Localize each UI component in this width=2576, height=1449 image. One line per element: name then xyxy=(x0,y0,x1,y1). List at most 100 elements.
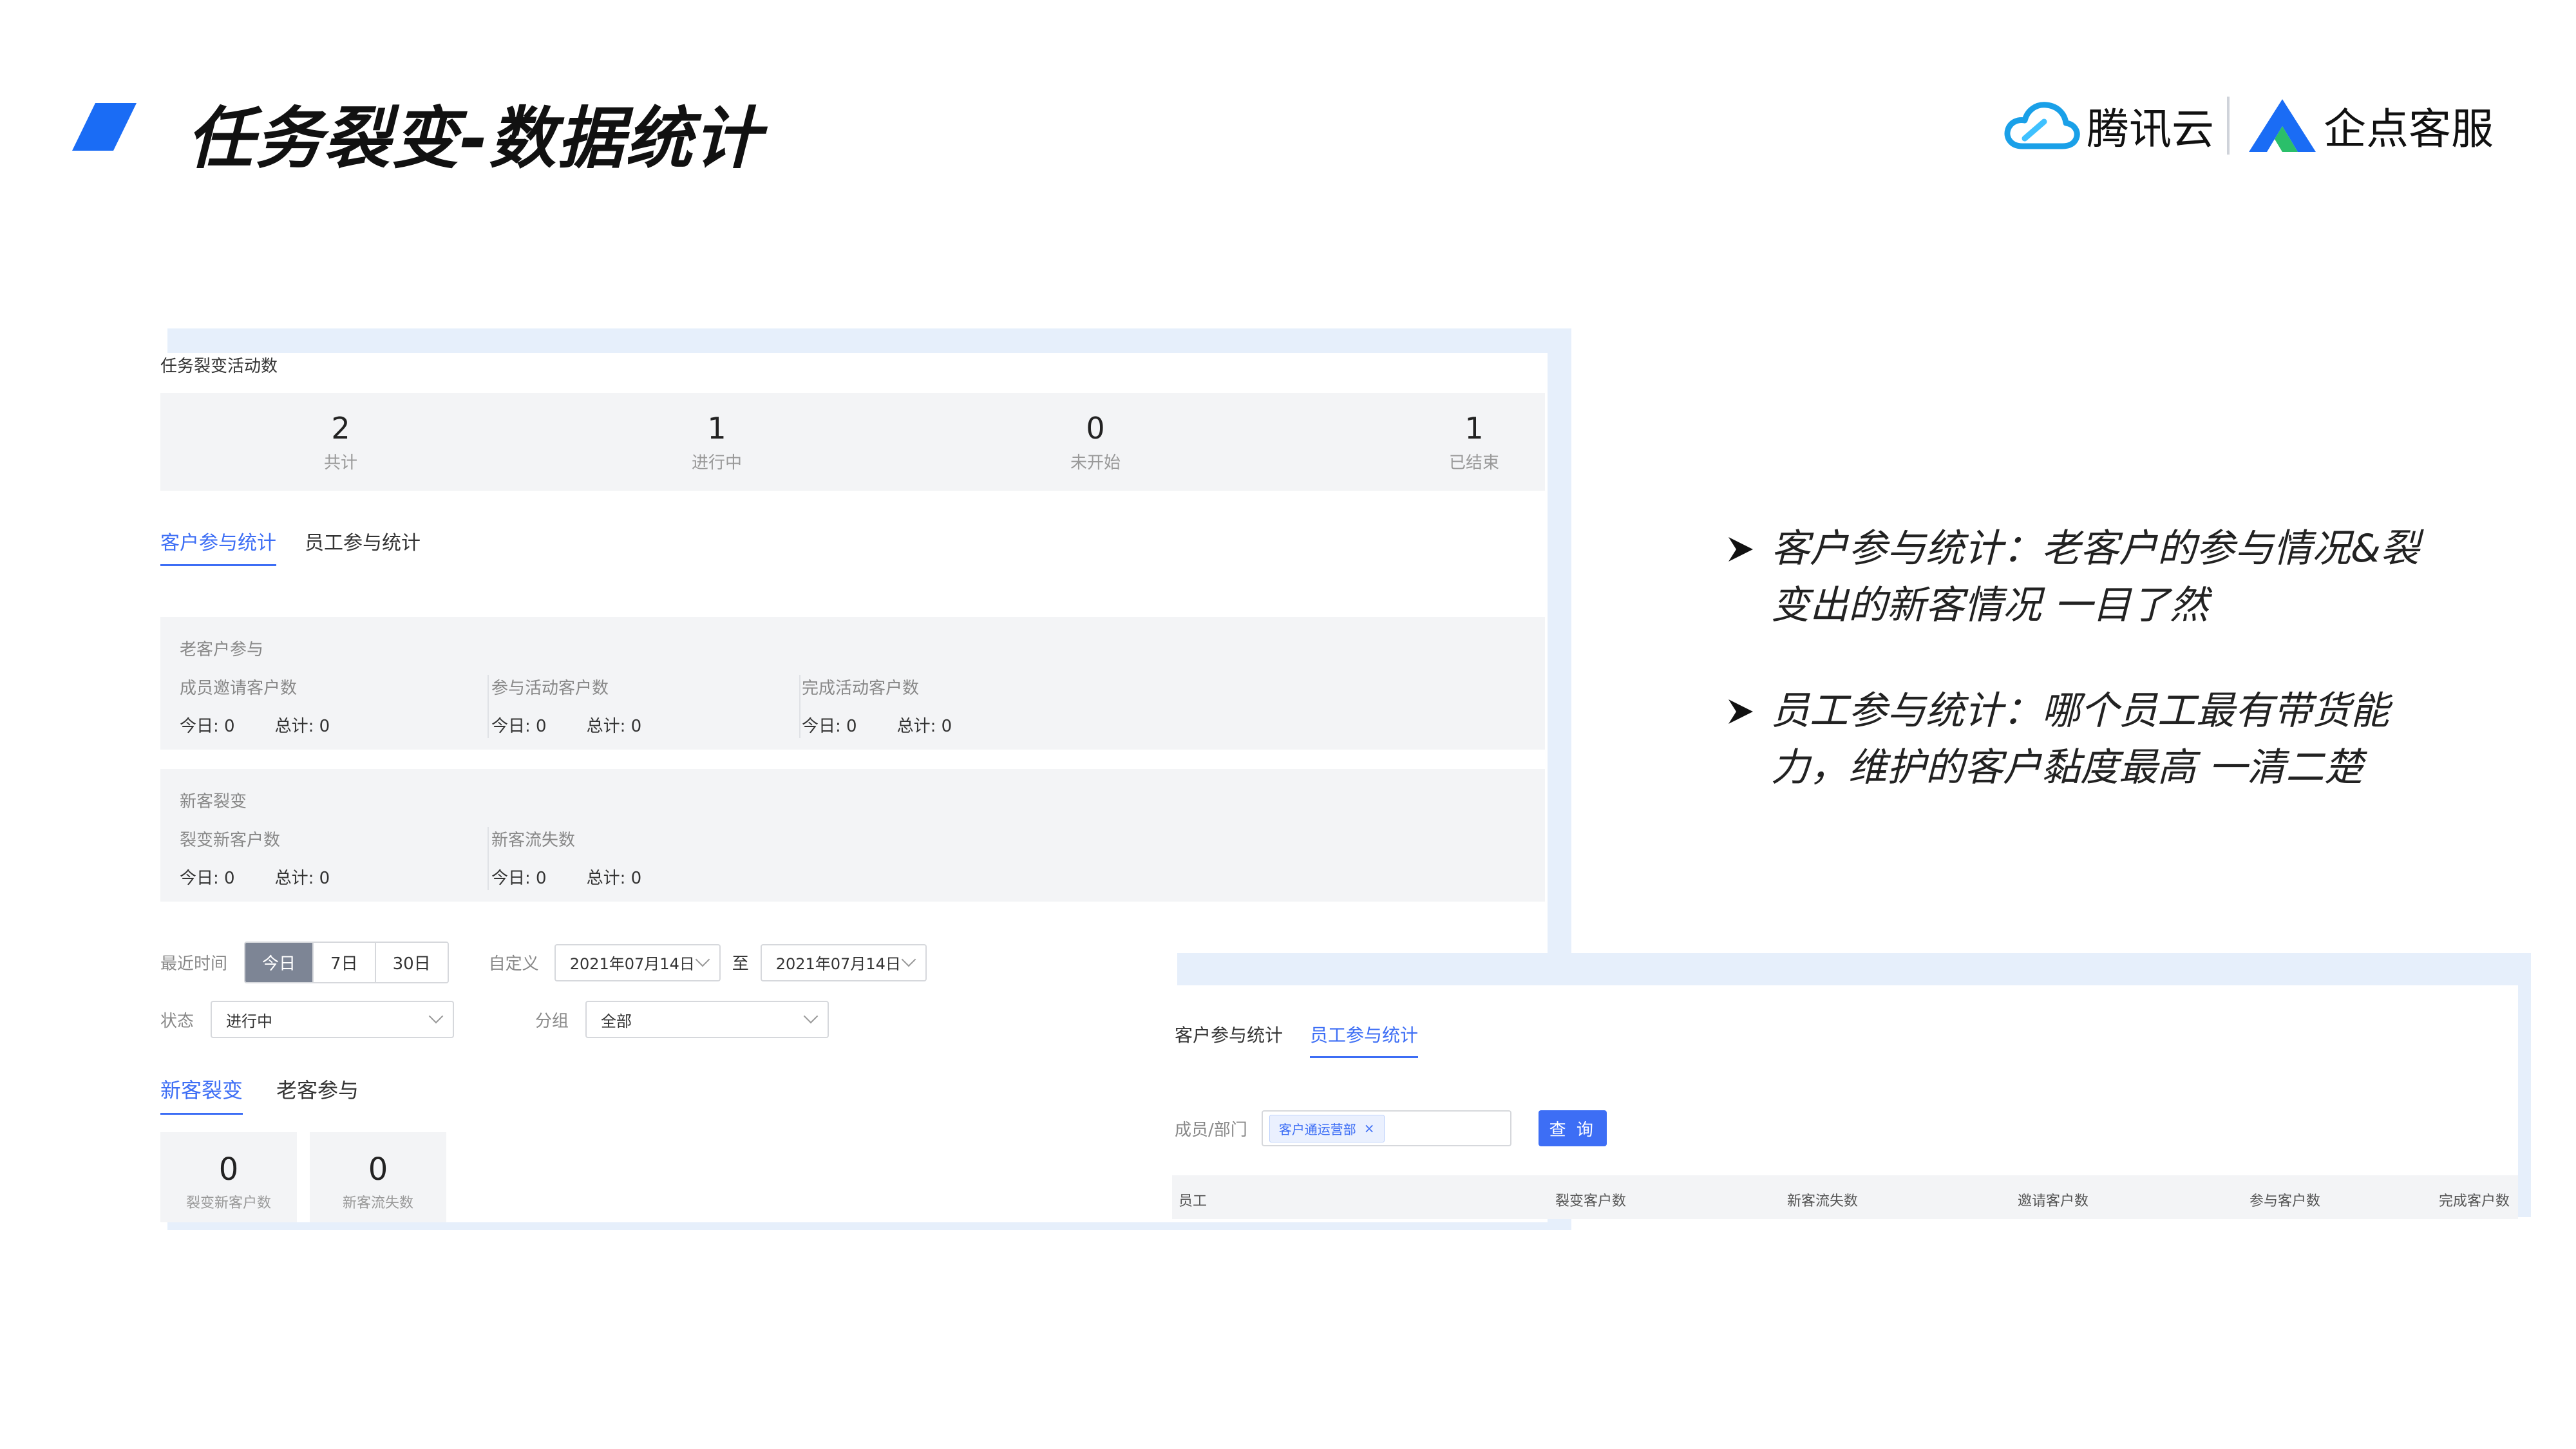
to-label: 至 xyxy=(732,954,749,974)
stat-label: 未开始 xyxy=(1070,453,1121,473)
metric-title: 裂变新客户数 xyxy=(180,831,281,850)
old-customer-box: 老客户参与 成员邀请客户数 今日: 0 总计: 0 参与活动客户数 今日: 0 总计… xyxy=(160,617,1545,750)
bullet-staff-stats: 员工参与统计：哪个员工最有带货能力，维护的客户黏度最高 一清二楚 xyxy=(1726,683,2454,796)
tencent-cloud-logo: 腾讯云 xyxy=(2003,93,2214,158)
stat-not-started: 0 未开始 xyxy=(999,393,1192,473)
brand-divider xyxy=(2227,97,2230,155)
staff-table-header: 员工 裂变客户数 新客流失数 邀请客户数 参与客户数 完成客户数 xyxy=(1172,1175,2518,1219)
time-filter-row: 最近时间 今日 7日 30日 自定义 2021年07月14日 至 2021年07… xyxy=(160,942,927,983)
metric-today: 今日: 0 xyxy=(491,717,547,736)
tab-old-participation[interactable]: 老客参与 xyxy=(276,1074,359,1115)
recent-time-label: 最近时间 xyxy=(160,954,228,974)
tencent-cloud-text: 腾讯云 xyxy=(2087,104,2214,154)
metric-invited-customers: 成员邀请客户数 今日: 0 总计: 0 xyxy=(180,675,489,738)
staff-stats-screenshot: 客户参与统计 员工参与统计 成员/部门 客户通运营部 × 查 询 员工 裂变客户… xyxy=(1172,985,2518,1219)
stat-value: 0 xyxy=(1086,411,1105,446)
tab-customer-stats[interactable]: 客户参与统计 xyxy=(160,527,276,566)
metric-title: 成员邀请客户数 xyxy=(180,679,298,698)
range-today-button[interactable]: 今日 xyxy=(245,943,314,982)
custom-label: 自定义 xyxy=(488,954,539,974)
card-value: 0 xyxy=(368,1151,388,1188)
group-select[interactable]: 全部 xyxy=(585,1001,829,1038)
qidian-text: 企点客服 xyxy=(2324,104,2494,154)
query-button[interactable]: 查 询 xyxy=(1538,1110,1607,1146)
metric-today: 今日: 0 xyxy=(180,717,235,736)
card-new-customer-churn: 0 新客流失数 xyxy=(310,1132,446,1222)
section-title: 老客户参与 xyxy=(180,640,264,659)
stat-total: 2 共计 xyxy=(244,393,437,473)
metric-title: 新客流失数 xyxy=(491,831,576,850)
bullet-text: 员工参与统计：哪个员工最有带货能力，维护的客户黏度最高 一清二楚 xyxy=(1771,688,2389,790)
status-label: 状态 xyxy=(160,1011,194,1031)
column-header-churn: 新客流失数 xyxy=(1787,1193,1859,1209)
stat-label: 进行中 xyxy=(691,453,742,473)
end-date-picker[interactable]: 2021年07月14日 xyxy=(760,943,927,981)
metric-fission-new-customers: 裂变新客户数 今日: 0 总计: 0 xyxy=(180,827,489,890)
member-department-input[interactable]: 客户通运营部 × xyxy=(1261,1110,1511,1146)
stats-tabs: 客户参与统计 员工参与统计 xyxy=(1175,1021,1419,1058)
metric-today: 今日: 0 xyxy=(802,717,857,736)
status-filter-row: 状态 进行中 分组 全部 xyxy=(160,1001,829,1038)
stats-tabs: 客户参与统计 员工参与统计 xyxy=(160,527,421,566)
group-value: 全部 xyxy=(601,1012,632,1030)
new-customer-box: 新客裂变 裂变新客户数 今日: 0 总计: 0 新客流失数 今日: 0 总计: 0 xyxy=(160,769,1545,902)
group-label: 分组 xyxy=(535,1011,569,1031)
metric-total: 总计: 0 xyxy=(586,869,642,888)
qidian-logo: 企点客服 xyxy=(2246,93,2494,158)
stat-label: 已结束 xyxy=(1448,453,1499,473)
start-date-picker[interactable]: 2021年07月14日 xyxy=(554,943,721,981)
chip-label: 客户通运营部 xyxy=(1278,1121,1356,1137)
stat-label: 共计 xyxy=(323,453,357,473)
tab-staff-stats[interactable]: 员工参与统计 xyxy=(1310,1021,1419,1058)
range-30d-button[interactable]: 30日 xyxy=(375,943,448,982)
stat-value: 2 xyxy=(331,411,350,446)
page-title: 任务裂变-数据统计 xyxy=(187,99,762,178)
chevron-down-icon xyxy=(803,1009,819,1024)
metric-today: 今日: 0 xyxy=(180,869,235,888)
tencent-cloud-icon xyxy=(2004,102,2080,149)
activity-count-caption: 任务裂变活动数 xyxy=(160,357,278,376)
qidian-icon xyxy=(2249,99,2316,152)
card-label: 新客流失数 xyxy=(342,1195,413,1211)
metric-total: 总计: 0 xyxy=(586,717,642,736)
tab-new-fission[interactable]: 新客裂变 xyxy=(160,1074,243,1115)
card-value: 0 xyxy=(218,1151,239,1188)
section-title: 新客裂变 xyxy=(180,792,247,811)
chevron-down-icon xyxy=(428,1009,444,1024)
time-range-segment: 今日 7日 30日 xyxy=(244,942,449,983)
card-label: 裂变新客户数 xyxy=(185,1195,271,1211)
arrow-right-icon xyxy=(1728,699,1753,724)
stat-ended: 1 已结束 xyxy=(1378,393,1571,473)
card-fission-new-customers: 0 裂变新客户数 xyxy=(160,1132,297,1222)
metric-participating-customers: 参与活动客户数 今日: 0 总计: 0 xyxy=(491,675,800,738)
status-select[interactable]: 进行中 xyxy=(211,1001,455,1038)
column-header-participating: 参与客户数 xyxy=(2249,1193,2321,1209)
arrow-right-icon xyxy=(1728,537,1753,562)
stat-in-progress: 1 进行中 xyxy=(620,393,813,473)
tab-customer-stats[interactable]: 客户参与统计 xyxy=(1175,1021,1283,1058)
stat-value: 1 xyxy=(707,411,726,446)
column-header-fission-customers: 裂变客户数 xyxy=(1555,1193,1627,1209)
tab-staff-stats[interactable]: 员工参与统计 xyxy=(305,527,421,566)
column-header-invited: 邀请客户数 xyxy=(2018,1193,2089,1209)
range-7d-button[interactable]: 7日 xyxy=(314,943,376,982)
chevron-down-icon xyxy=(695,952,710,967)
metric-title: 参与活动客户数 xyxy=(491,679,609,698)
column-header-staff: 员工 xyxy=(1179,1193,1208,1209)
metric-new-customer-churn: 新客流失数 今日: 0 总计: 0 xyxy=(491,827,800,890)
department-chip: 客户通运营部 × xyxy=(1269,1114,1385,1142)
member-label: 成员/部门 xyxy=(1175,1120,1247,1140)
metric-today: 今日: 0 xyxy=(491,869,547,888)
bullet-customer-stats: 客户参与统计：老客户的参与情况&裂变出的新客情况 一目了然 xyxy=(1726,520,2454,634)
metric-total: 总计: 0 xyxy=(274,717,330,736)
customer-type-tabs: 新客裂变 老客参与 xyxy=(160,1074,359,1115)
metric-title: 完成活动客户数 xyxy=(802,679,920,698)
feature-bullets: 客户参与统计：老客户的参与情况&裂变出的新客情况 一目了然 员工参与统计：哪个员… xyxy=(1726,520,2454,845)
close-icon[interactable]: × xyxy=(1364,1121,1375,1136)
member-filter-row: 成员/部门 客户通运营部 × 查 询 xyxy=(1175,1110,1607,1146)
bullet-text: 客户参与统计：老客户的参与情况&裂变出的新客情况 一目了然 xyxy=(1771,526,2420,628)
activity-stats-bar: 2 共计 1 进行中 0 未开始 1 已结束 xyxy=(160,393,1545,491)
column-header-completed: 完成客户数 xyxy=(2439,1193,2510,1209)
metric-completed-customers: 完成活动客户数 今日: 0 总计: 0 xyxy=(802,675,1111,738)
title-slash-icon xyxy=(72,103,137,151)
